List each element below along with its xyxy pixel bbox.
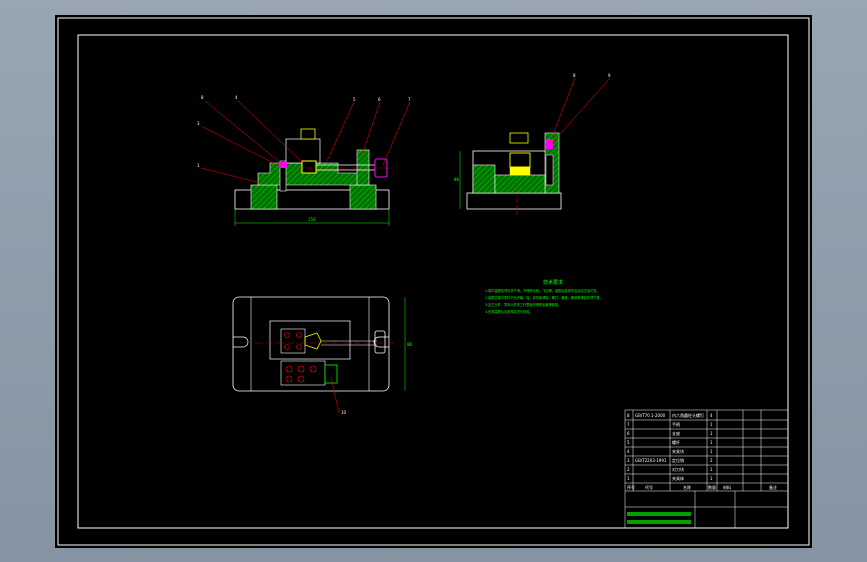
title-block-green-marks — [627, 512, 691, 524]
top-block — [285, 138, 321, 164]
balloon-front-6: 6 — [378, 97, 381, 102]
tb-header-no: 序号 — [627, 484, 635, 490]
tb-row-5-name: 夹紧块 — [672, 448, 684, 454]
support-section — [356, 149, 370, 186]
balloon-front-7: 7 — [408, 97, 411, 102]
tb-header-code: 代号 — [645, 484, 653, 490]
tb-header-note: 备注 — [769, 484, 777, 490]
side-clamp — [509, 152, 531, 168]
tech-note-1: 1.零件装配前须清洗干净，不得有毛刺、飞边等，装配后各零件应运动灵活可靠。 — [485, 288, 600, 293]
side-section-left — [472, 164, 496, 194]
tb-row-4-name: 螺杆 — [672, 439, 680, 445]
cutter-setting-block — [324, 364, 338, 384]
top-clamp-jaw — [304, 332, 322, 350]
side-dim-text: 86 — [454, 177, 460, 182]
tb-row-1-code: GB/T70.1-2000 — [635, 413, 666, 418]
tb-row-7-qty: 1 — [710, 467, 713, 472]
side-section-center — [494, 174, 546, 194]
tb-row-7-no: 2 — [627, 467, 630, 472]
side-pin-lower — [545, 154, 554, 186]
tb-row-1-name: 内六角圆柱头螺钉 — [672, 412, 704, 418]
side-view: 86 — [454, 77, 611, 215]
balloon-front-1: 1 — [197, 163, 200, 168]
top-dim-text: 86 — [407, 342, 413, 347]
drawing-canvas: 1 5 6 8 4 3 1 5 6 7 86 8 9 86 10 技术要求 1.零件… — [57, 17, 810, 546]
balloon-front-8: 8 — [201, 95, 204, 100]
title-block — [624, 409, 789, 529]
inner-frame — [77, 34, 789, 529]
top-handle — [374, 330, 386, 354]
screw-cap — [300, 128, 316, 140]
tb-row-6-no: 3 — [627, 458, 630, 463]
tb-row-2-name: 手柄 — [672, 421, 680, 427]
tech-notes: 技术要求 1.零件装配前须清洗干净，不得有毛刺、飞边等，装配后各零件应运动灵活可… — [485, 279, 603, 314]
title-block-text: 8 GB/T70.1-2000 内六角圆柱头螺钉 4 7 手柄 1 6 支座 1… — [627, 412, 777, 490]
tb-row-3-no: 6 — [627, 431, 630, 436]
tb-row-8-name: 夹具体 — [672, 475, 684, 481]
base-section-left — [250, 184, 278, 210]
side-base — [466, 192, 562, 210]
tb-row-6-code: GB/T2203-1991 — [635, 458, 667, 463]
tb-header-qty: 数量 — [708, 484, 716, 490]
side-clamp-lower — [509, 166, 531, 176]
balloon-top-10: 10 — [341, 410, 347, 415]
tb-row-4-no: 5 — [627, 440, 630, 445]
tb-row-2-qty: 1 — [710, 422, 713, 427]
balloon-side-8: 8 — [573, 73, 576, 78]
top-bolt-block — [280, 328, 306, 354]
tb-row-8-qty: 1 — [710, 476, 713, 481]
front-dim-text: 156 — [308, 217, 316, 222]
tb-row-5-qty: 1 — [710, 449, 713, 454]
tech-note-3: 3.定位元件、导向元件的工作表面不得有划痕等缺陷。 — [485, 302, 561, 307]
tb-row-3-qty: 1 — [710, 431, 713, 436]
side-cap — [509, 132, 529, 144]
tb-header-material: 材料 — [723, 484, 731, 490]
tb-row-7-name: 对刀块 — [672, 466, 684, 472]
top-base — [232, 296, 390, 392]
tb-row-8-no: 1 — [627, 476, 630, 481]
tb-row-1-no: 8 — [627, 413, 630, 418]
tb-header-name: 名称 — [683, 484, 691, 490]
outer-frame — [57, 17, 810, 546]
tech-note-4: 4.夹具装配后应按规定进行检验。 — [485, 309, 533, 314]
slot-left — [233, 336, 249, 348]
tb-row-2-no: 7 — [627, 422, 630, 427]
cad-viewport[interactable]: 1 5 6 8 4 3 1 5 6 7 86 8 9 86 10 技术要求 1.零件… — [55, 15, 812, 548]
front-view: 1 5 6 — [200, 100, 411, 226]
slot-right — [373, 336, 389, 348]
tb-row-6-name: 定位销 — [672, 457, 684, 463]
tech-notes-title: 技术要求 — [543, 279, 563, 286]
balloon-front-5: 5 — [353, 97, 356, 102]
top-view: 86 — [232, 296, 413, 414]
tech-note-2: 2.装配过程中零件不允许磕、碰、划伤和锈蚀，螺钉、螺栓、螺母等紧固件须拧紧。 — [485, 295, 603, 300]
balloon-side-9: 9 — [608, 73, 611, 78]
tb-row-1-qty: 4 — [710, 413, 713, 418]
tb-row-4-qty: 1 — [710, 440, 713, 445]
balloon-front-4: 4 — [235, 95, 238, 100]
clamp-block — [301, 160, 317, 174]
tb-row-6-qty: 2 — [710, 458, 713, 463]
tb-row-5-no: 4 — [627, 449, 630, 454]
base-section-right — [349, 184, 377, 210]
tb-row-3-name: 支座 — [672, 430, 680, 436]
balloon-front-3: 3 — [197, 121, 200, 126]
